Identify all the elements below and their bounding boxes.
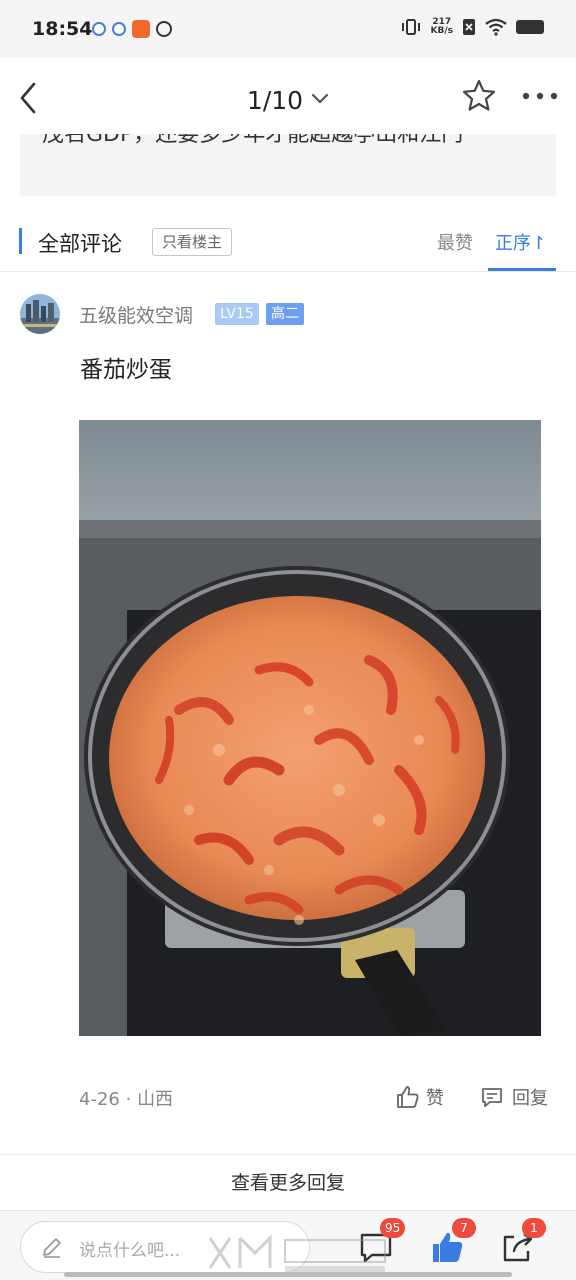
status-right: 217 KB/s <box>400 18 544 36</box>
paw-app-icon <box>92 22 106 36</box>
divider <box>0 271 576 272</box>
star-icon <box>462 79 496 111</box>
username[interactable]: 五级能效空调 <box>79 301 193 328</box>
net-speed: 217 KB/s <box>431 18 453 36</box>
avatar-image <box>20 294 60 334</box>
battery-icon <box>516 20 544 34</box>
like-icon <box>397 1086 419 1108</box>
comment-input[interactable]: 说点什么吧... <box>20 1221 310 1273</box>
meta-separator: · <box>125 1089 132 1110</box>
nav-bar: 1/10 <box>0 58 576 136</box>
reply-icon <box>482 1088 502 1107</box>
avatar[interactable] <box>20 294 60 334</box>
net-speed-unit: KB/s <box>430 26 453 36</box>
comment-text: 番茄炒蛋 <box>80 357 172 383</box>
view-more-replies-button[interactable]: 查看更多回复 <box>0 1154 576 1210</box>
pencil-icon <box>41 1236 63 1262</box>
like-post-button[interactable]: 7 <box>430 1218 476 1265</box>
comment-photo[interactable] <box>79 420 541 1036</box>
comments-title: 全部评论 <box>38 232 122 256</box>
paw-app-icon-2 <box>112 22 126 36</box>
like-button[interactable]: 赞 <box>396 1083 444 1111</box>
grade-badge: 高二 <box>266 303 304 325</box>
level-badge: LV15 <box>215 303 259 325</box>
quoted-post-text: 茂名GDP，还要多少年才能超越亭山和江门 <box>42 134 464 147</box>
status-time: 18:54 <box>32 18 93 40</box>
reply-label: 回复 <box>512 1088 548 1109</box>
comments-button[interactable]: 95 <box>358 1218 406 1265</box>
comment-location: 山西 <box>137 1089 174 1110</box>
bottom-bar: 说点什么吧... 95 7 1 <box>0 1210 576 1280</box>
section-accent-bar <box>19 228 22 254</box>
page-indicator-label: 1/10 <box>246 86 304 115</box>
sort-hot-tab[interactable]: 最赞 <box>437 229 473 255</box>
more-button[interactable] <box>520 82 560 110</box>
more-icon <box>522 92 558 100</box>
op-only-button[interactable]: 只看楼主 <box>152 228 233 256</box>
tomato-egg-pan-image <box>79 420 541 1036</box>
comments-count-badge: 95 <box>380 1218 406 1238</box>
comment-date: 4-26 <box>79 1089 120 1110</box>
status-bar: 18:54 217 KB/s <box>0 0 576 58</box>
likes-count-badge: 7 <box>452 1218 476 1238</box>
home-indicator[interactable] <box>64 1272 512 1277</box>
share-count-badge: 1 <box>522 1218 546 1238</box>
vibrate-icon <box>401 19 420 35</box>
orange-app-icon <box>132 20 150 38</box>
sim-off-icon <box>463 19 475 35</box>
chevron-down-icon <box>311 82 329 111</box>
comment-meta: 4-26 · 山西 <box>79 1085 173 1111</box>
reply-button[interactable]: 回复 <box>480 1083 548 1111</box>
comment-input-placeholder: 说点什么吧... <box>79 1241 181 1261</box>
favorite-button[interactable] <box>461 78 497 114</box>
like-label: 赞 <box>426 1088 444 1109</box>
link-app-icon <box>156 21 172 37</box>
share-button[interactable]: 1 <box>500 1218 546 1265</box>
quoted-post[interactable]: 茂名GDP，还要多少年才能超越亭山和江门 <box>20 134 556 196</box>
comments-header: 全部评论 只看楼主 最赞 正序↾ <box>0 218 576 272</box>
sort-asc-tab[interactable]: 正序↾ <box>495 229 546 255</box>
wifi-icon <box>485 18 507 36</box>
notification-icons <box>92 20 172 38</box>
